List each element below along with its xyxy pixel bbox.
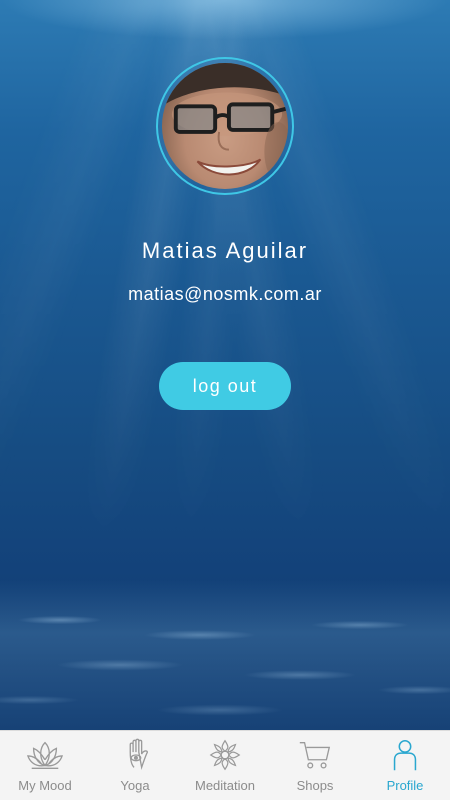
avatar-photo <box>162 63 288 189</box>
tab-yoga[interactable]: Yoga <box>90 731 180 800</box>
tab-label: Yoga <box>120 778 150 793</box>
cart-icon <box>295 737 335 773</box>
tab-label: My Mood <box>18 778 72 793</box>
logout-button[interactable]: log out <box>159 362 291 410</box>
tab-my-mood[interactable]: My Mood <box>0 731 90 800</box>
tab-meditation[interactable]: Meditation <box>180 731 270 800</box>
surface-glow <box>0 0 450 40</box>
tab-label: Shops <box>296 778 334 793</box>
avatar <box>156 57 294 195</box>
profile-screen: Matias Aguilar matias@nosmk.com.ar log o… <box>0 0 450 730</box>
bottom-tab-bar: My Mood Yoga Meditation Shops Profile <box>0 730 450 800</box>
tab-profile[interactable]: Profile <box>360 731 450 800</box>
tab-label: Profile <box>386 778 424 793</box>
hamsa-icon <box>115 737 155 773</box>
seabed-background <box>0 580 450 730</box>
person-icon <box>385 737 425 773</box>
mandala-icon <box>205 737 245 773</box>
profile-name: Matias Aguilar <box>141 238 309 263</box>
profile-email: matias@nosmk.com.ar <box>128 284 322 304</box>
tab-shops[interactable]: Shops <box>270 731 360 800</box>
lotus-icon <box>25 737 65 773</box>
tab-label: Meditation <box>195 778 255 793</box>
